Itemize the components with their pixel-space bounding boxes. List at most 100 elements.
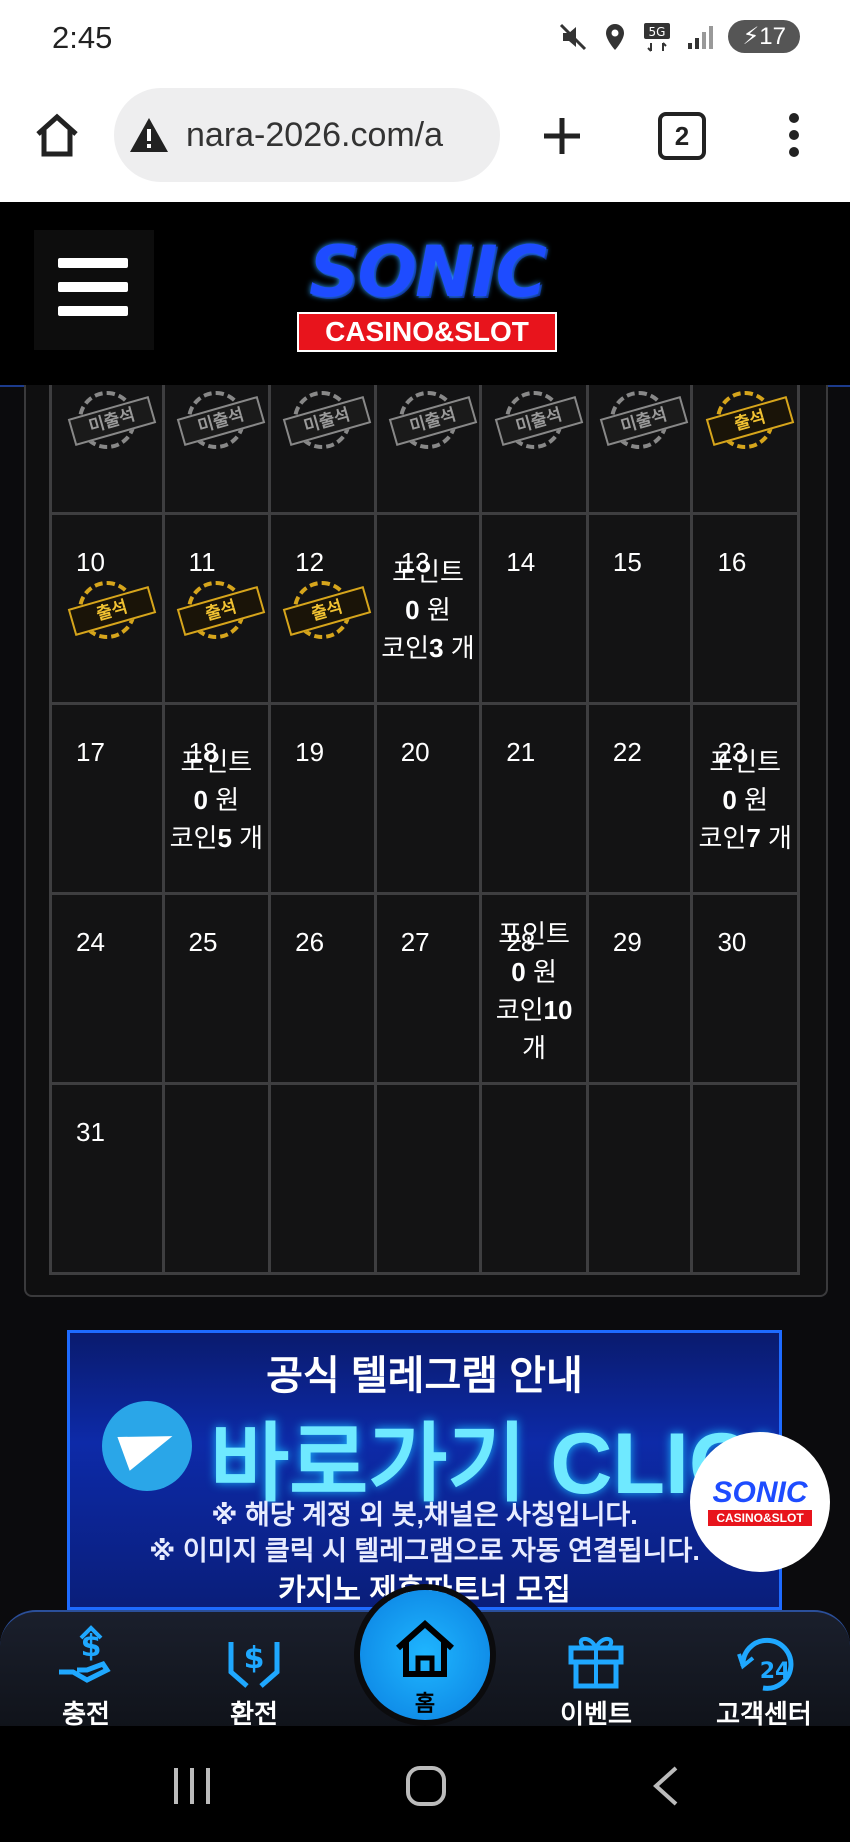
day-number: 29 — [612, 927, 642, 957]
nav-home-button[interactable]: 홈 — [360, 1590, 490, 1720]
day-number: 22 — [612, 737, 642, 767]
calendar-day-16: 16 — [693, 515, 801, 705]
attended-stamp: 출석 — [282, 581, 372, 639]
absent-stamp: 미출석 — [494, 391, 584, 449]
support-24-icon: 24 — [737, 1637, 794, 1691]
reward-points-value: 0 원 — [405, 595, 451, 625]
calendar-day-13: 13 포인트 0 원 코인3 개 — [376, 515, 483, 705]
absent-stamp: 미출석 — [388, 391, 477, 449]
calendar-day-21: 21 — [482, 705, 589, 895]
site-logo[interactable]: SONIC CASINO&SLOT — [277, 232, 577, 352]
nav-deposit[interactable]: $ 충전 — [16, 1624, 156, 1731]
calendar-day-15: 15 — [588, 515, 694, 705]
calendar-day-empty: 미출석 — [588, 385, 694, 515]
day-number: 24 — [76, 927, 105, 957]
day-number: 27 — [400, 927, 430, 957]
reward-points-label: 포인트 — [498, 919, 570, 949]
nav-home-label: 홈 — [414, 1691, 436, 1716]
day-number: 15 — [612, 547, 642, 577]
svg-text:24: 24 — [760, 1659, 791, 1684]
calendar-day-empty — [588, 1085, 694, 1275]
calendar-week: 미출석 미출석 미출석 미출석 미출석 미출석 출석 — [49, 385, 801, 515]
menu-button[interactable] — [34, 230, 154, 350]
calendar-day-20: 20 — [376, 705, 483, 895]
mute-icon — [560, 23, 587, 50]
absent-stamp: 미출석 — [176, 391, 266, 449]
withdraw-icon: $ — [228, 1641, 280, 1688]
gift-icon — [568, 1637, 624, 1689]
calendar-day-27: 27 — [376, 895, 483, 1085]
menu-icon — [58, 258, 128, 268]
reward-points-label: 포인트 — [392, 557, 464, 587]
reward-info: 포인트 0 원 코인7 개 — [693, 743, 797, 857]
calendar-day-empty: 출석 — [693, 385, 801, 515]
calendar-day-empty — [271, 1085, 377, 1275]
recent-apps-icon[interactable] — [170, 1766, 214, 1806]
calendar-week: 10 출석 11 출석 12 출석 13 포인트 0 원 코인3 개 14 15 16 — [49, 515, 801, 705]
reward-coin-value: 코인5 개 — [169, 823, 264, 853]
calendar-day-12: 12 출석 — [271, 515, 377, 705]
status-bar: 2:45 5G ⚡17 — [0, 0, 850, 78]
floating-logo-sub: CASINO&SLOT — [708, 1510, 812, 1526]
calendar-day-10: 10 출석 — [52, 515, 165, 705]
calendar-day-24: 24 — [52, 895, 165, 1085]
nav-withdraw[interactable]: $ 환전 — [184, 1624, 324, 1731]
day-number: 20 — [400, 737, 430, 767]
status-time: 2:45 — [52, 20, 113, 55]
day-number: 19 — [295, 737, 325, 767]
calendar-day-29: 29 — [588, 895, 694, 1085]
calendar-week: 31 — [49, 1085, 801, 1275]
attended-stamp: 출석 — [176, 581, 266, 639]
location-icon — [606, 23, 625, 50]
home-icon[interactable] — [32, 110, 82, 160]
new-tab-icon[interactable] — [540, 114, 584, 158]
reward-points-value: 0 원 — [511, 957, 557, 987]
day-number: 11 — [188, 547, 216, 577]
floating-logo-button[interactable]: SONIC CASINO&SLOT — [690, 1432, 830, 1572]
url-text[interactable]: nara-2026.com/a — [186, 116, 476, 155]
tab-count: 2 — [674, 121, 690, 151]
reward-points-label: 포인트 — [709, 747, 782, 777]
nav-support[interactable]: 24 고객센터 — [694, 1624, 834, 1731]
calendar-day-22: 22 — [588, 705, 694, 895]
calendar-day-empty: 미출석 — [271, 385, 377, 515]
address-bar[interactable]: nara-2026.com/a — [114, 88, 500, 182]
floating-logo-main: SONIC — [712, 1476, 808, 1509]
warning-icon[interactable] — [128, 115, 170, 155]
attendance-calendar: 미출석 미출석 미출석 미출석 미출석 미출석 출석 10 출석 11 출석 12 출석 13 포인트 0 원… — [49, 385, 801, 1275]
calendar-day-26: 26 — [271, 895, 377, 1085]
day-number: 17 — [76, 737, 105, 767]
home-system-icon[interactable] — [404, 1764, 448, 1808]
reward-info: 포인트 0 원 코인3 개 — [377, 553, 480, 667]
banner-note-2: ※ 이미지 클릭 시 텔레그램으로 자동 연결됩니다. — [149, 1536, 700, 1566]
back-icon[interactable] — [650, 1766, 682, 1806]
day-number: 30 — [717, 927, 747, 957]
signal-icon — [688, 25, 714, 49]
calendar-day-19: 19 — [271, 705, 377, 895]
day-number: 14 — [506, 547, 536, 577]
calendar-day-30: 30 — [693, 895, 801, 1085]
svg-text:5G: 5G — [649, 25, 666, 39]
tab-switcher-button[interactable]: 2 — [658, 112, 706, 160]
calendar-day-11: 11 출석 — [164, 515, 272, 705]
menu-icon-bar — [58, 306, 128, 316]
calendar-week: 24 25 26 27 28 포인트 0 원 코인10 개 29 30 — [49, 895, 801, 1085]
day-number: 21 — [506, 737, 536, 767]
browser-toolbar: nara-2026.com/a 2 — [0, 78, 850, 203]
site-header: SONIC CASINO&SLOT — [0, 202, 850, 387]
day-number: 12 — [295, 547, 325, 577]
day-number: 31 — [76, 1117, 105, 1147]
day-number: 25 — [188, 927, 218, 957]
calendar-day-empty — [482, 1085, 589, 1275]
telegram-banner[interactable]: 공식 텔레그램 안내 바로가기 CLICK ※ 해당 계정 외 봇,채널은 사칭… — [67, 1330, 782, 1610]
calendar-day-31: 31 — [52, 1085, 165, 1275]
calendar-day-17: 17 — [52, 705, 165, 895]
calendar-day-empty: 미출석 — [52, 385, 165, 515]
calendar-day-empty — [376, 1085, 483, 1275]
reward-coin-value: 코인7 개 — [698, 823, 792, 853]
deposit-icon: $ — [59, 1625, 111, 1683]
nav-event[interactable]: 이벤트 — [526, 1624, 666, 1731]
day-number: 26 — [295, 927, 325, 957]
day-number: 10 — [76, 547, 105, 577]
more-options-icon[interactable] — [774, 110, 814, 160]
